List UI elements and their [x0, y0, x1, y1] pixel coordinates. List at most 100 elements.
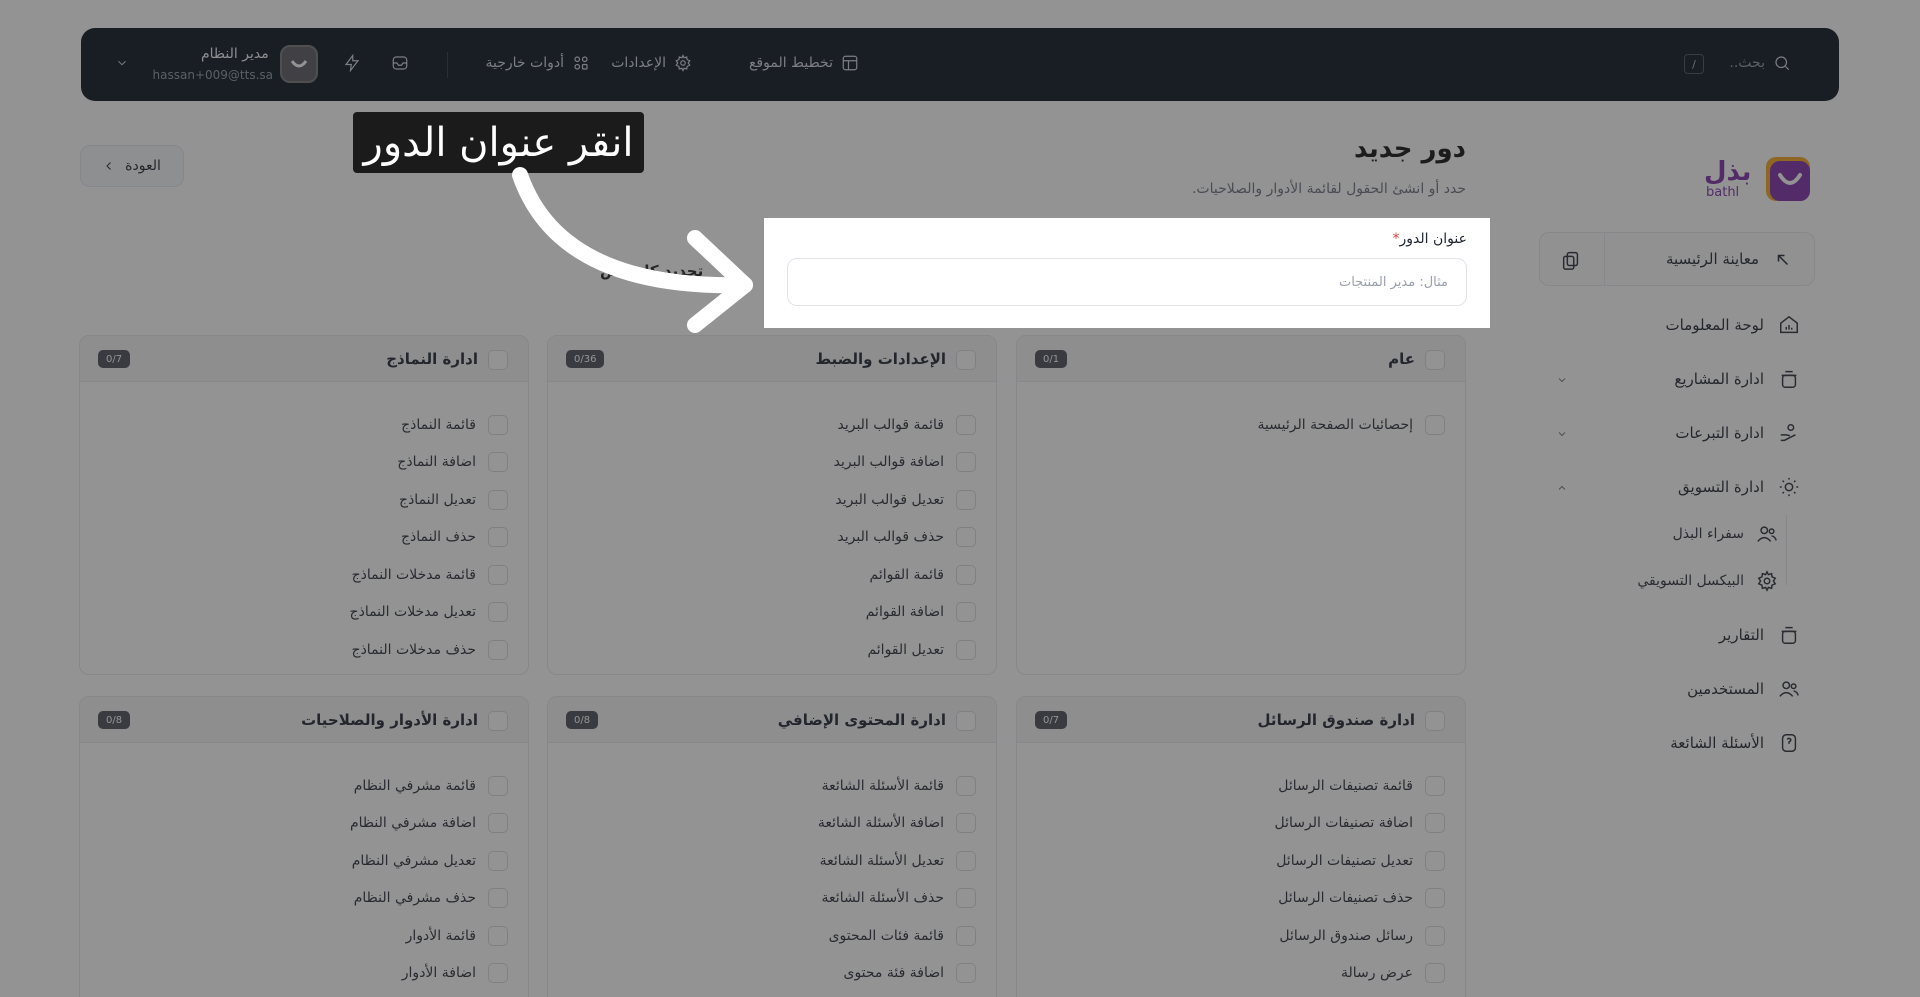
group-checkbox[interactable] — [1425, 711, 1445, 731]
permission-checkbox[interactable] — [956, 602, 976, 623]
permission-checkbox[interactable] — [956, 564, 976, 585]
nav-external-tools[interactable]: أدوات خارجية — [486, 54, 590, 72]
sidebar-item-dashboard[interactable]: لوحة المعلومات — [1666, 314, 1801, 336]
permission-checkbox[interactable] — [488, 925, 508, 946]
group-checkbox[interactable] — [956, 350, 976, 370]
permission-checkbox[interactable] — [488, 452, 508, 473]
permission-checkbox[interactable] — [1425, 925, 1445, 946]
permission-item[interactable]: حذف تصنيفات الرسائل — [1017, 880, 1465, 918]
permission-checkbox[interactable] — [1425, 414, 1445, 435]
sidebar-subitem-ambassadors[interactable]: سفراء البذل — [1673, 523, 1778, 545]
permission-item[interactable]: اضافة قوالب البريد — [548, 444, 996, 482]
permission-checkbox[interactable] — [488, 813, 508, 834]
sidebar-item-faq[interactable]: الأسئلة الشائعة — [1670, 732, 1800, 754]
permission-item[interactable]: حذف مدخلات النماذج — [80, 631, 528, 669]
avatar[interactable] — [280, 45, 318, 83]
back-button[interactable]: العودة — [80, 145, 184, 187]
permission-checkbox[interactable] — [488, 963, 508, 984]
sidebar-item-projects[interactable]: ادارة المشاريع — [1674, 368, 1800, 390]
permission-item[interactable]: تعديل تصنيفات الرسائل — [1017, 842, 1465, 880]
sidebar-item-marketing[interactable]: ادارة التسويق — [1678, 476, 1800, 498]
sidebar-subitem-pixel[interactable]: البيكسل التسويقي — [1637, 570, 1778, 592]
permission-checkbox[interactable] — [488, 775, 508, 796]
permission-item[interactable]: اضافة مشرفي النظام — [80, 805, 528, 843]
permission-label: حذف الأسئلة الشائعة — [821, 890, 944, 907]
permission-checkbox[interactable] — [956, 925, 976, 946]
permission-item[interactable]: قائمة القوائم — [548, 556, 996, 594]
card-title: ادارة المحتوى الإضافي — [777, 711, 946, 729]
user-menu-toggle[interactable] — [115, 56, 129, 70]
permission-item[interactable]: عرض رسالة — [1017, 955, 1465, 993]
chevron-down-icon[interactable] — [1556, 428, 1568, 440]
permission-checkbox[interactable] — [488, 602, 508, 623]
group-checkbox[interactable] — [956, 711, 976, 731]
permission-checkbox[interactable] — [956, 527, 976, 548]
preview-home-link[interactable]: معاينة الرئيسية — [1666, 250, 1759, 268]
permission-checkbox[interactable] — [488, 564, 508, 585]
permission-item[interactable]: رسائل صندوق الرسائل — [1017, 917, 1465, 955]
permission-item[interactable]: قائمة الأسئلة الشائعة — [548, 767, 996, 805]
permission-item[interactable]: اضافة القوائم — [548, 594, 996, 632]
permission-checkbox[interactable] — [956, 452, 976, 473]
permission-item[interactable]: تعديل القوائم — [548, 631, 996, 669]
chevron-up-icon[interactable] — [1556, 482, 1568, 494]
group-checkbox[interactable] — [488, 350, 508, 370]
permission-checkbox[interactable] — [956, 775, 976, 796]
sidebar-item-donations[interactable]: ادارة التبرعات — [1675, 422, 1800, 444]
permission-checkbox[interactable] — [488, 888, 508, 909]
permission-checkbox[interactable] — [1425, 963, 1445, 984]
permission-item[interactable]: اضافة النماذج — [80, 444, 528, 482]
quick-actions-button[interactable] — [343, 54, 361, 72]
search-box[interactable]: بحث.. — [1729, 54, 1791, 72]
permission-item[interactable]: حذف قوالب البريد — [548, 519, 996, 557]
permission-checkbox[interactable] — [956, 888, 976, 909]
inbox-button[interactable] — [391, 54, 409, 72]
permission-checkbox[interactable] — [1425, 888, 1445, 909]
permission-item[interactable]: قائمة فئات المحتوى — [548, 917, 996, 955]
permission-item[interactable]: حذف الأسئلة الشائعة — [548, 880, 996, 918]
permission-item[interactable]: اضافة تصنيفات الرسائل — [1017, 805, 1465, 843]
permission-checkbox[interactable] — [956, 489, 976, 510]
permission-checkbox[interactable] — [488, 639, 508, 660]
permission-checkbox[interactable] — [488, 850, 508, 871]
permission-checkbox[interactable] — [956, 813, 976, 834]
sidebar-item-users[interactable]: المستخدمين — [1687, 678, 1800, 700]
permission-checkbox[interactable] — [488, 489, 508, 510]
sidebar-item-reports[interactable]: التقارير — [1719, 624, 1800, 646]
count-badge: 0/7 — [1035, 711, 1068, 729]
group-checkbox[interactable] — [1425, 350, 1445, 370]
permission-item[interactable]: اضافة فئة محتوى — [548, 955, 996, 993]
nav-site-planning[interactable]: تخطيط الموقع — [749, 54, 859, 72]
permission-checkbox[interactable] — [1425, 775, 1445, 796]
role-title-input[interactable] — [787, 258, 1467, 306]
permission-item[interactable]: تعديل مدخلات النماذج — [80, 594, 528, 632]
copy-icon[interactable] — [1560, 249, 1582, 271]
permission-item[interactable]: قائمة النماذج — [80, 406, 528, 444]
permission-item[interactable]: اضافة الأدوار — [80, 955, 528, 993]
permission-checkbox[interactable] — [956, 963, 976, 984]
permission-checkbox[interactable] — [1425, 850, 1445, 871]
permission-item[interactable]: قائمة قوالب البريد — [548, 406, 996, 444]
permission-checkbox[interactable] — [488, 527, 508, 548]
permission-item[interactable]: إحصائيات الصفحة الرئيسية — [1017, 406, 1465, 444]
permission-item[interactable]: اضافة الأسئلة الشائعة — [548, 805, 996, 843]
permission-item[interactable]: حذف القوائم — [548, 669, 996, 675]
permission-item[interactable]: حذف النماذج — [80, 519, 528, 557]
permission-checkbox[interactable] — [488, 414, 508, 435]
permission-item[interactable]: تعديل قوالب البريد — [548, 481, 996, 519]
permission-item[interactable]: تعديل مشرفي النظام — [80, 842, 528, 880]
permission-item[interactable]: قائمة مشرفي النظام — [80, 767, 528, 805]
permission-checkbox[interactable] — [956, 414, 976, 435]
permission-checkbox[interactable] — [1425, 813, 1445, 834]
permission-item[interactable]: حذف مشرفي النظام — [80, 880, 528, 918]
permission-checkbox[interactable] — [956, 639, 976, 660]
permission-item[interactable]: تعديل الأسئلة الشائعة — [548, 842, 996, 880]
permission-item[interactable]: قائمة الأدوار — [80, 917, 528, 955]
permission-checkbox[interactable] — [956, 850, 976, 871]
group-checkbox[interactable] — [488, 711, 508, 731]
nav-settings[interactable]: الإعدادات — [611, 54, 692, 72]
permission-item[interactable]: قائمة تصنيفات الرسائل — [1017, 767, 1465, 805]
chevron-down-icon[interactable] — [1556, 374, 1568, 386]
permission-item[interactable]: قائمة مدخلات النماذج — [80, 556, 528, 594]
permission-item[interactable]: تعديل النماذج — [80, 481, 528, 519]
